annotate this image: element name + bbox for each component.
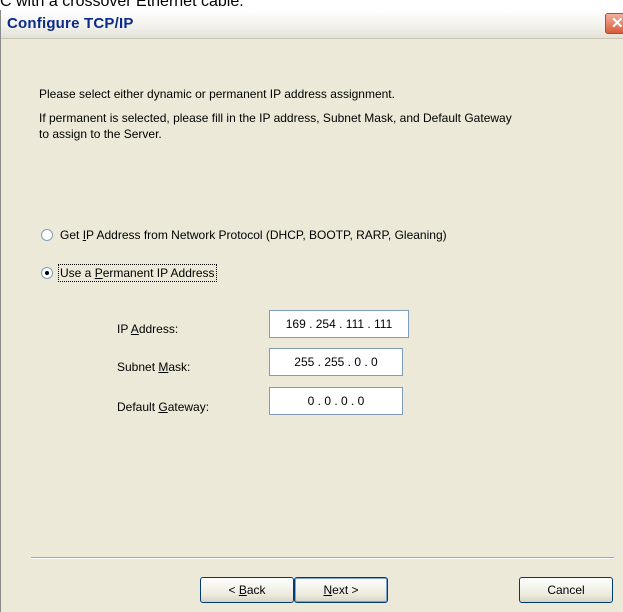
radio-permanent-label[interactable]: Use a Permanent IP Address — [58, 264, 217, 282]
radio-permanent-circle[interactable] — [41, 267, 53, 279]
close-icon: ✕ — [611, 15, 623, 32]
radio-dhcp-label[interactable]: Get IP Address from Network Protocol (DH… — [60, 228, 447, 242]
configure-tcpip-dialog: Configure TCP/IP ✕ Please select either … — [0, 10, 623, 612]
back-button[interactable]: < Back — [200, 577, 294, 603]
subnet-mask-input[interactable]: 255 . 255 . 0 . 0 — [269, 348, 403, 376]
cancel-button[interactable]: Cancel — [519, 577, 613, 603]
radio-dhcp[interactable]: Get IP Address from Network Protocol (DH… — [41, 226, 447, 244]
window-title: Configure TCP/IP — [7, 15, 134, 32]
default-gateway-input[interactable]: 0 . 0 . 0 . 0 — [269, 387, 403, 415]
next-button[interactable]: Next > — [294, 577, 388, 603]
button-divider — [31, 557, 614, 559]
ip-address-label: IP Address: — [117, 322, 179, 336]
close-button[interactable]: ✕ — [605, 13, 623, 34]
intro-line-1: Please select either dynamic or permanen… — [39, 87, 395, 101]
title-bar[interactable]: Configure TCP/IP ✕ — [1, 10, 623, 39]
intro-line-2: If permanent is selected, please fill in… — [39, 111, 512, 125]
radio-permanent[interactable]: Use a Permanent IP Address — [41, 264, 217, 282]
radio-dhcp-circle[interactable] — [41, 229, 53, 241]
default-gateway-label: Default Gateway: — [117, 400, 210, 414]
subnet-mask-label: Subnet Mask: — [117, 360, 191, 374]
ip-address-input[interactable]: 169 . 254 . 111 . 111 — [269, 310, 409, 338]
intro-line-3: to assign to the Server. — [39, 127, 162, 141]
